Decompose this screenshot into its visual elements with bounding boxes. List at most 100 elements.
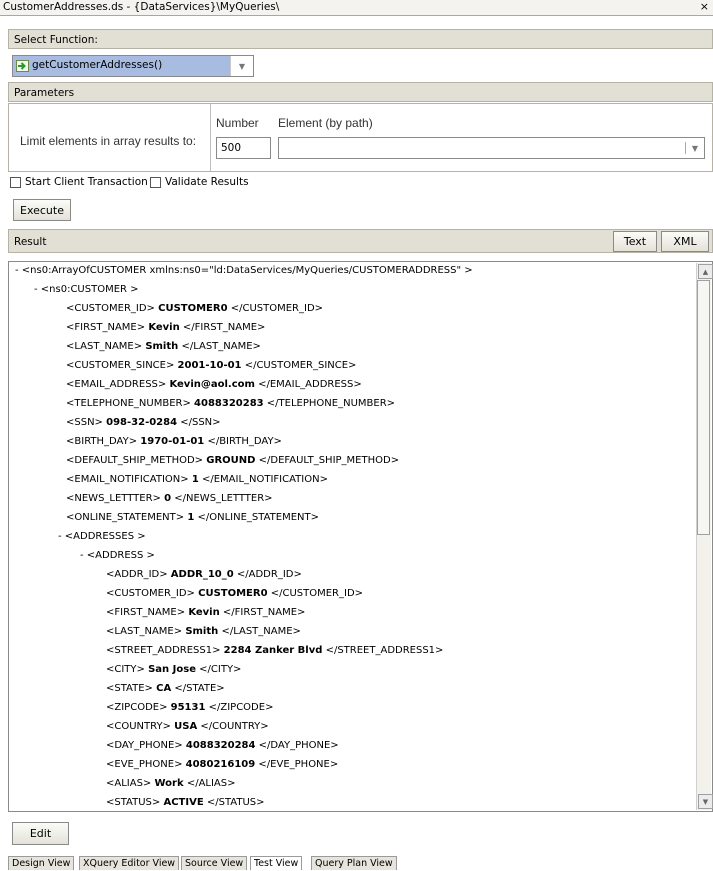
xml-tag-close: </LAST_NAME>: [218, 626, 301, 637]
xml-value: ADDR_10_0: [170, 569, 234, 580]
xml-line: <ALIAS> Work </ALIAS>: [106, 778, 236, 789]
execute-button[interactable]: Execute: [13, 199, 71, 221]
xml-tag-close: </STREET_ADDRESS1>: [322, 645, 444, 656]
xml-tag-close: </STATUS>: [203, 797, 265, 808]
xml-line: <SSN> 098-32-0284 </SSN>: [66, 417, 221, 428]
result-label: Result: [14, 236, 47, 248]
xml-tag-open: - <ns0:ArrayOfCUSTOMER xmlns:ns0="ld:Dat…: [15, 265, 473, 276]
number-limit-input[interactable]: 500: [216, 137, 271, 159]
function-arrow-icon: [16, 60, 29, 72]
chevron-down-icon[interactable]: ▼: [686, 138, 704, 158]
xml-value: 4080216109: [185, 759, 256, 770]
xml-line: <COUNTRY> USA </COUNTRY>: [106, 721, 269, 732]
xml-value: CUSTOMER0: [158, 303, 228, 314]
xml-line: <EMAIL_ADDRESS> Kevin@aol.com </EMAIL_AD…: [66, 379, 362, 390]
xml-value: 95131: [170, 702, 206, 713]
function-dropdown[interactable]: getCustomerAddresses() ▼: [12, 55, 254, 77]
xml-value: Kevin@aol.com: [169, 379, 255, 390]
xml-tag-close: </ONLINE_STATEMENT>: [194, 512, 319, 523]
xml-value: 4088320284: [185, 740, 256, 751]
xml-tag-close: </CUSTOMER_SINCE>: [241, 360, 357, 371]
xml-value: San Jose: [148, 664, 196, 675]
xml-tag-close: </DAY_PHONE>: [255, 740, 339, 751]
tab-design-view[interactable]: Design View: [8, 856, 75, 870]
xml-tag-open: <STATE>: [106, 683, 157, 694]
close-icon[interactable]: ×: [700, 0, 709, 13]
xml-tag-close: </ZIPCODE>: [205, 702, 274, 713]
xml-tag-close: </STATE>: [171, 683, 225, 694]
xml-tag-close: </SSN>: [177, 417, 221, 428]
validate-results-checkbox[interactable]: [150, 177, 161, 188]
scrollbar-thumb[interactable]: [697, 280, 710, 535]
xml-line: <NEWS_LETTTER> 0 </NEWS_LETTTER>: [66, 493, 273, 504]
xml-line: <LAST_NAME> Smith </LAST_NAME>: [66, 341, 261, 352]
xml-tag-open: <FIRST_NAME>: [66, 322, 149, 333]
xml-line: <TELEPHONE_NUMBER> 4088320283 </TELEPHON…: [66, 398, 395, 409]
xml-tag-close: </CUSTOMER_ID>: [227, 303, 324, 314]
scroll-down-icon[interactable]: ▼: [698, 794, 713, 809]
xml-tag-close: </DEFAULT_SHIP_METHOD>: [255, 455, 400, 466]
function-dropdown-value: getCustomerAddresses(): [13, 56, 231, 76]
xml-view-button[interactable]: XML: [661, 231, 709, 252]
tab-test-view[interactable]: Test View: [250, 856, 303, 870]
view-tabs: Design View XQuery Editor View Source View…: [8, 856, 713, 871]
chevron-down-icon[interactable]: ▼: [230, 56, 253, 76]
scroll-up-icon[interactable]: ▲: [698, 264, 713, 279]
xml-tag-open: <EVE_PHONE>: [106, 759, 186, 770]
tab-xquery-editor-view[interactable]: XQuery Editor View: [79, 856, 180, 870]
xml-tag-close: </CITY>: [195, 664, 242, 675]
element-path-dropdown[interactable]: ▼: [278, 137, 705, 159]
validate-results-label[interactable]: Validate Results: [165, 176, 249, 188]
xml-tag-open: <CUSTOMER_ID>: [66, 303, 159, 314]
xml-tag-open: <ADDR_ID>: [106, 569, 171, 580]
xml-line: <ONLINE_STATEMENT> 1 </ONLINE_STATEMENT>: [66, 512, 319, 523]
xml-tag-close: </COUNTRY>: [197, 721, 269, 732]
tab-query-plan-view[interactable]: Query Plan View: [311, 856, 397, 870]
tab-source-view[interactable]: Source View: [181, 856, 248, 870]
xml-tag-open: <COUNTRY>: [106, 721, 175, 732]
number-column-header: Number: [216, 116, 259, 130]
xml-line: <CUSTOMER_ID> CUSTOMER0 </CUSTOMER_ID>: [106, 588, 363, 599]
xml-tag-close: </CUSTOMER_ID>: [267, 588, 364, 599]
xml-line: <CUSTOMER_ID> CUSTOMER0 </CUSTOMER_ID>: [66, 303, 323, 314]
edit-button[interactable]: Edit: [12, 822, 69, 845]
xml-tag-close: </LAST_NAME>: [178, 341, 261, 352]
xml-tag-close: </FIRST_NAME>: [219, 607, 306, 618]
xml-tag-open: <DEFAULT_SHIP_METHOD>: [66, 455, 207, 466]
xml-tag-open: - <ADDRESS >: [80, 550, 155, 561]
start-client-transaction-checkbox[interactable]: [10, 177, 21, 188]
xml-line: - <ADDRESSES >: [58, 531, 146, 542]
xml-value: CUSTOMER0: [198, 588, 268, 599]
xml-tag-open: <LAST_NAME>: [66, 341, 146, 352]
text-view-button[interactable]: Text: [613, 231, 657, 252]
xml-line: <EVE_PHONE> 4080216109 </EVE_PHONE>: [106, 759, 338, 770]
xml-tag-open: <NEWS_LETTTER>: [66, 493, 165, 504]
xml-value: 1970-01-01: [140, 436, 205, 447]
xml-value: ACTIVE: [163, 797, 204, 808]
xml-line: <STATE> CA </STATE>: [106, 683, 225, 694]
parameters-divider: [210, 104, 211, 171]
start-client-transaction-label[interactable]: Start Client Transaction: [25, 176, 148, 188]
xml-tag-open: <BIRTH_DAY>: [66, 436, 141, 447]
xml-line: <CUSTOMER_SINCE> 2001-10-01 </CUSTOMER_S…: [66, 360, 356, 371]
xml-tag-open: <CUSTOMER_ID>: [106, 588, 199, 599]
xml-line: <EMAIL_NOTIFICATION> 1 </EMAIL_NOTIFICAT…: [66, 474, 328, 485]
xml-tag-close: </EMAIL_NOTIFICATION>: [198, 474, 328, 485]
xml-result-pane[interactable]: - <ns0:ArrayOfCUSTOMER xmlns:ns0="ld:Dat…: [8, 261, 713, 812]
xml-tag-open: <FIRST_NAME>: [106, 607, 189, 618]
xml-value: 098-32-0284: [106, 417, 178, 428]
xml-line: <CITY> San Jose </CITY>: [106, 664, 241, 675]
xml-tag-open: <CITY>: [106, 664, 149, 675]
element-path-column-header: Element (by path): [278, 116, 373, 130]
result-header: Result: [8, 229, 713, 253]
xml-line: - <ADDRESS >: [80, 550, 155, 561]
xml-value: Smith: [185, 626, 219, 637]
xml-tag-open: <ONLINE_STATEMENT>: [66, 512, 188, 523]
xml-tag-close: </NEWS_LETTTER>: [171, 493, 273, 504]
window-title-bar: CustomerAddresses.ds - {DataServices}\My…: [0, 0, 713, 16]
xml-tag-close: </ADDR_ID>: [233, 569, 302, 580]
xml-value: CA: [156, 683, 172, 694]
xml-value: 4088320283: [194, 398, 264, 409]
xml-tag-open: <STATUS>: [106, 797, 164, 808]
xml-line: <LAST_NAME> Smith </LAST_NAME>: [106, 626, 301, 637]
